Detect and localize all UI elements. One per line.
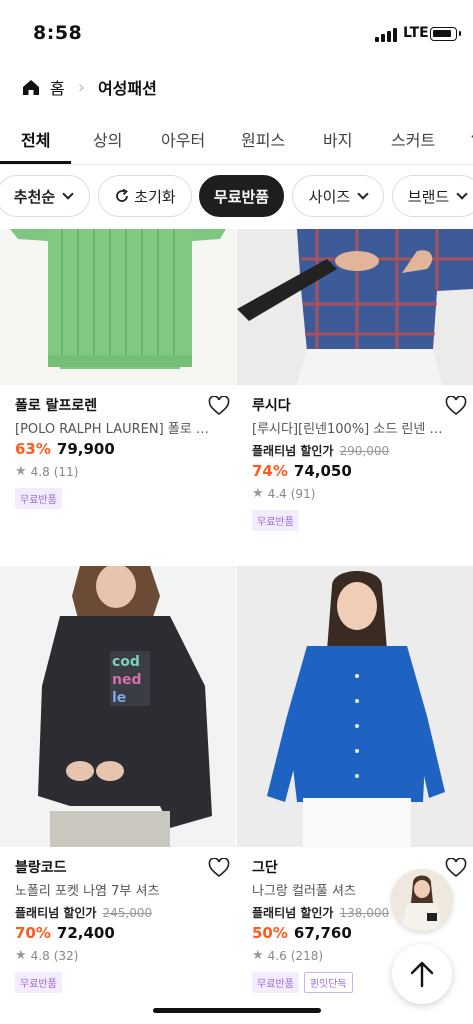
product-price: 74% 74,050	[252, 462, 467, 480]
battery-icon	[430, 27, 461, 41]
svg-text:ned: ned	[112, 672, 141, 688]
tab-all[interactable]: 전체	[21, 127, 50, 151]
size-label: 사이즈	[308, 187, 351, 206]
chevron-down-icon	[357, 187, 369, 200]
platinum-label: 플래티넘 할인가	[252, 906, 334, 920]
status-bar: 8:58 LTE	[0, 0, 473, 64]
platinum-label: 플래티넘 할인가	[15, 906, 97, 920]
chevron-right-icon: ›	[77, 76, 85, 98]
product-image[interactable]	[237, 229, 473, 385]
badge-free-return: 무료반품	[15, 488, 62, 509]
tab-tops[interactable]: 상의	[93, 127, 122, 151]
size-dropdown[interactable]: 사이즈	[292, 175, 384, 217]
original-price: 138,000	[339, 906, 390, 920]
platinum-price-row: 플래티넘 할인가 245,000	[15, 904, 230, 921]
breadcrumb-home[interactable]: 홈	[50, 75, 65, 99]
badge-free-return: 무료반품	[252, 510, 299, 531]
product-rating: ★ 4.4 (91)	[252, 486, 467, 501]
product-title: 노폴리 포켓 나염 7부 셔츠	[15, 884, 160, 899]
product-brand: 폴로 랄프로렌	[15, 398, 98, 414]
tab-pants[interactable]: 바지	[323, 127, 352, 151]
heart-icon[interactable]	[445, 396, 467, 416]
brand-label: 브랜드	[407, 187, 450, 206]
sale-price: 72,400	[56, 924, 115, 942]
discount-rate: 70%	[15, 924, 51, 942]
sort-label: 추천순	[13, 187, 56, 206]
status-time: 8:58	[33, 22, 83, 44]
product-badges: 무료반품	[15, 488, 230, 509]
discount-rate: 74%	[252, 462, 288, 480]
filter-bar: 추천순 초기화 무료반품 사이즈 브랜드	[0, 175, 473, 219]
tab-dress[interactable]: 원피스	[241, 127, 285, 151]
star-icon: ★	[15, 948, 27, 963]
product-brand: 블랑코드	[15, 860, 67, 876]
svg-text:cod: cod	[112, 654, 140, 670]
free-return-filter[interactable]: 무료반품	[199, 175, 284, 217]
reset-label: 초기화	[134, 187, 176, 206]
tab-outer[interactable]: 아우터	[161, 127, 205, 151]
rating-value: 4.4	[267, 486, 287, 501]
heart-icon[interactable]	[208, 858, 230, 878]
review-count: (218)	[290, 948, 324, 963]
rating-value: 4.8	[30, 948, 50, 963]
product-rating: ★ 4.8 (32)	[15, 948, 230, 963]
arrow-up-icon	[410, 961, 434, 988]
product-image[interactable]	[237, 566, 473, 847]
category-tabs: 전체 상의 아우터 원피스 바지 스커트 ·	[0, 115, 473, 165]
reset-button[interactable]: 초기화	[98, 175, 192, 217]
original-price: 290,000	[339, 444, 390, 458]
review-count: (32)	[53, 948, 79, 963]
badge-free-return: 무료반품	[15, 972, 62, 993]
product-badges: 무료반품	[15, 972, 230, 993]
product-image[interactable]: cod ned le	[0, 566, 236, 847]
review-count: (11)	[53, 464, 79, 479]
star-icon: ★	[252, 948, 264, 963]
product-rating: ★ 4.8 (11)	[15, 464, 230, 479]
sale-price: 74,050	[293, 462, 352, 480]
discount-rate: 50%	[252, 924, 288, 942]
product-brand: 루시다	[252, 398, 291, 414]
scroll-to-top-button[interactable]	[392, 944, 452, 1004]
rating-value: 4.8	[30, 464, 50, 479]
sale-price: 79,900	[56, 440, 115, 458]
original-price: 245,000	[102, 906, 153, 920]
home-indicator	[153, 1008, 321, 1013]
platinum-price-row: 플래티넘 할인가 290,000	[252, 442, 467, 459]
chevron-down-icon	[456, 187, 468, 200]
platinum-label: 플래티넘 할인가	[252, 444, 334, 458]
tab-skirt[interactable]: 스커트	[391, 127, 435, 151]
discount-rate: 63%	[15, 440, 51, 458]
badge-exclusive: 퀸잇단독	[303, 972, 353, 993]
sort-dropdown[interactable]: 추천순	[0, 175, 90, 217]
breadcrumb: 홈 › 여성패션	[22, 72, 157, 102]
svg-text:le: le	[112, 690, 126, 706]
product-title: [루시다][린넨100%] 소드 린넨 체크 셔츠	[252, 422, 452, 437]
tab-active-indicator	[0, 161, 71, 164]
chevron-down-icon	[62, 187, 74, 200]
star-icon: ★	[15, 464, 27, 479]
free-return-label: 무료반품	[213, 187, 270, 206]
signal-icon	[375, 28, 397, 42]
heart-icon[interactable]	[445, 858, 467, 878]
heart-icon[interactable]	[208, 396, 230, 416]
product-price: 63% 79,900	[15, 440, 230, 458]
product-price: 70% 72,400	[15, 924, 230, 942]
product-image[interactable]	[0, 229, 236, 385]
product-badges: 무료반품	[252, 510, 467, 531]
product-title: [POLO RALPH LAUREN] 폴로 랄프로렌	[15, 422, 215, 437]
badge-free-return: 무료반품	[252, 972, 299, 993]
rating-value: 4.6	[267, 948, 287, 963]
refresh-icon	[116, 188, 129, 202]
star-icon: ★	[252, 486, 264, 501]
brand-dropdown[interactable]: 브랜드	[392, 175, 473, 217]
network-label: LTE	[403, 25, 429, 41]
home-icon[interactable]	[22, 79, 40, 96]
breadcrumb-current: 여성패션	[97, 79, 157, 98]
floating-promo-avatar[interactable]	[391, 869, 453, 931]
sale-price: 67,760	[293, 924, 352, 942]
review-count: (91)	[290, 486, 316, 501]
